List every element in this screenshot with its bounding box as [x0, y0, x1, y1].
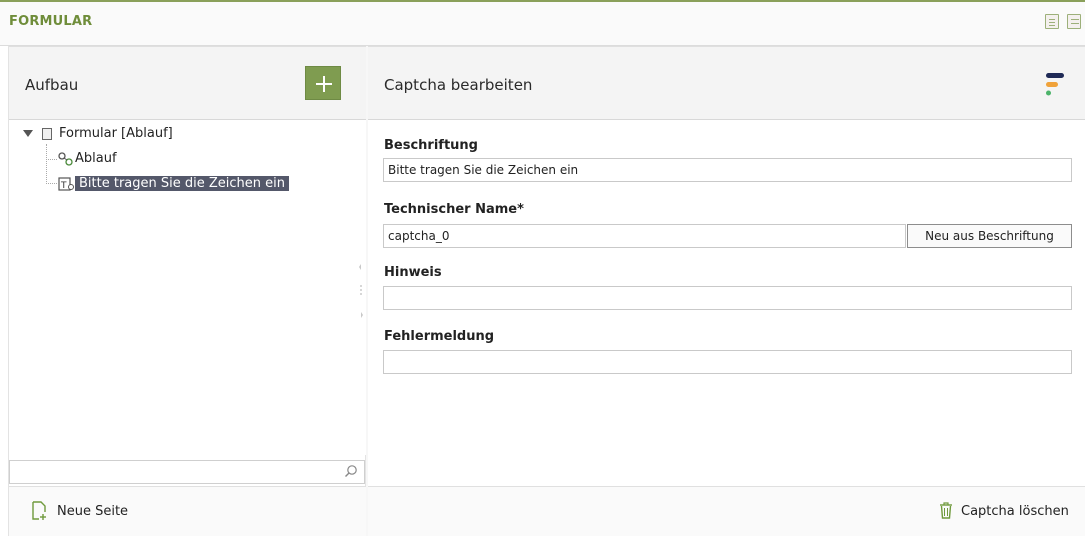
brand-logo-icon — [1046, 73, 1064, 96]
form-document-icon — [42, 128, 52, 140]
tree-connector — [46, 159, 57, 160]
hint-field[interactable] — [383, 286, 1072, 310]
error-message-field[interactable] — [383, 350, 1072, 374]
tree-connector — [46, 183, 57, 184]
tree-item-label-selected: Bitte tragen Sie die Zeichen ein — [75, 176, 289, 191]
error-message-label: Fehlermeldung — [384, 329, 495, 344]
tree-item-label: Ablauf — [75, 151, 117, 166]
tree-search-field[interactable] — [9, 460, 365, 484]
page-title: FORMULAR — [9, 14, 93, 29]
tree-item-label: Formular [Ablauf] — [59, 126, 173, 141]
trash-icon[interactable] — [939, 501, 953, 519]
generate-from-caption-button[interactable]: Neu aus Beschriftung — [907, 224, 1072, 248]
edit-panel-header: Captcha bearbeiten — [368, 46, 1085, 120]
hint-label: Hinweis — [384, 265, 442, 280]
tree-connector — [46, 144, 47, 184]
caption-field[interactable] — [383, 158, 1072, 182]
structure-panel-footer: Neue Seite — [9, 486, 366, 536]
edit-panel-footer: Captcha löschen — [368, 486, 1085, 536]
splitter-grip-icon[interactable] — [358, 262, 364, 322]
structure-panel-title: Aufbau — [25, 76, 79, 94]
window-view-icon[interactable] — [1067, 14, 1081, 29]
technical-name-field[interactable] — [383, 224, 906, 248]
search-icon[interactable] — [344, 464, 358, 478]
document-view-icon[interactable] — [1045, 14, 1059, 29]
tree-item-captcha[interactable]: Bitte tragen Sie die Zeichen ein — [75, 174, 289, 194]
new-page-icon[interactable] — [31, 501, 47, 521]
expand-caret-icon[interactable] — [23, 130, 33, 137]
new-page-button[interactable]: Neue Seite — [57, 504, 128, 519]
captcha-icon: T — [58, 177, 74, 191]
svg-text:T: T — [60, 181, 67, 191]
workflow-icon — [58, 152, 73, 166]
edit-panel: Captcha bearbeiten Beschriftung Technisc… — [368, 46, 1085, 536]
form-tree — [9, 120, 366, 455]
tree-item-flow[interactable]: Ablauf — [75, 149, 117, 169]
top-bar: FORMULAR — [0, 0, 1085, 46]
tree-item-form[interactable]: Formular [Ablauf] — [59, 124, 173, 144]
technical-name-label: Technischer Name* — [384, 202, 524, 217]
caption-label: Beschriftung — [384, 138, 478, 153]
edit-panel-title: Captcha bearbeiten — [384, 76, 533, 94]
add-element-button[interactable] — [305, 66, 341, 100]
delete-captcha-button[interactable]: Captcha löschen — [961, 504, 1069, 519]
structure-panel-header: Aufbau — [9, 46, 366, 120]
structure-panel: Aufbau Formular [Ablauf] Ablauf T Bitte … — [8, 46, 366, 536]
